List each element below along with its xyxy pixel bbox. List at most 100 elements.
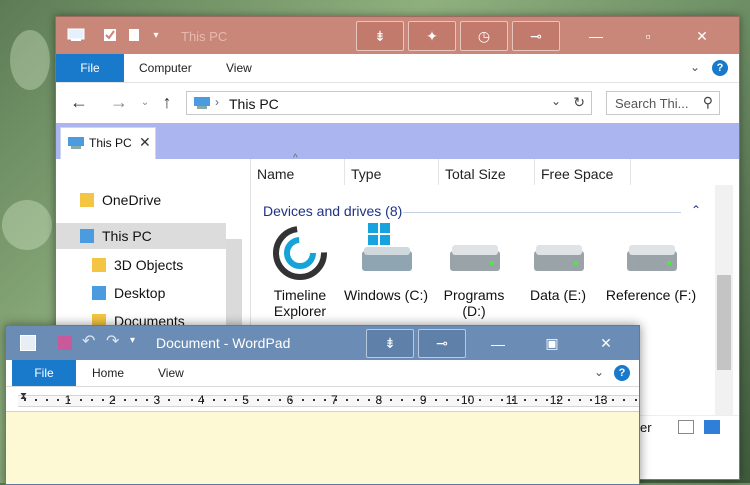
ruler-tick <box>246 399 248 401</box>
ruler-tick <box>135 399 137 401</box>
ruler-tick <box>623 399 626 401</box>
customize-toolbar-icon[interactable]: ▾ <box>130 335 135 346</box>
wordpad-title: Document - WordPad <box>156 335 291 351</box>
save-icon[interactable] <box>58 336 72 350</box>
folder-icon <box>92 258 106 272</box>
ruler-tick <box>368 399 371 401</box>
refresh-icon[interactable]: ↻ <box>573 94 585 111</box>
large-icons-view-icon[interactable] <box>704 420 720 434</box>
scrollbar-thumb[interactable] <box>717 275 731 370</box>
sidebar-item-desktop[interactable]: Desktop <box>92 280 165 306</box>
tab-this-pc[interactable]: This PC ✕ <box>60 127 156 159</box>
wordpad-app-icon[interactable] <box>20 335 36 351</box>
sidebar-item-this-pc[interactable]: This PC <box>80 223 152 249</box>
tile-timeline-explorer[interactable]: Timeline Explorer <box>255 221 345 319</box>
ruler-tick <box>423 399 426 401</box>
ruler-tick <box>334 399 337 401</box>
minimize-button[interactable]: — <box>472 329 524 358</box>
ruler-tick <box>590 399 593 401</box>
ruler-tick <box>301 399 304 401</box>
address-dropdown-icon[interactable]: ⌄ <box>551 94 561 108</box>
new-folder-icon[interactable] <box>124 25 144 45</box>
tab-close-icon[interactable]: ✕ <box>139 134 151 151</box>
column-total-size[interactable]: Total Size <box>439 159 535 185</box>
status-text: er <box>640 420 652 435</box>
collapse-group-icon[interactable]: ⌃ <box>691 203 701 217</box>
document-area[interactable] <box>6 412 639 484</box>
tile-windows-c[interactable]: Windows (C:) <box>341 221 431 303</box>
this-pc-icon <box>194 97 210 109</box>
view-tab[interactable]: View <box>226 54 252 82</box>
tile-label: Windows (C:) <box>343 287 428 303</box>
ruler-tick <box>57 399 60 401</box>
maximize-button[interactable]: ▣ <box>526 329 578 358</box>
up-arrow-icon[interactable]: ↑ <box>156 91 178 113</box>
sidebar-item-label: This PC <box>102 228 152 244</box>
this-pc-icon <box>80 229 94 243</box>
back-arrow-icon[interactable]: ← <box>68 91 90 113</box>
ruler-tick <box>579 399 581 401</box>
content-scrollbar[interactable]: ⌄ <box>715 185 733 425</box>
tile-programs-d[interactable]: Programs (D:) <box>429 221 519 319</box>
explorer-ribbon: File Computer View ⌄ ? <box>56 54 739 83</box>
desktop-wallpaper-detail <box>2 200 52 250</box>
tile-reference-f[interactable]: Reference (F:) <box>601 221 701 303</box>
redo-icon[interactable]: ↷ <box>106 331 119 351</box>
help-icon[interactable]: ? <box>712 60 728 76</box>
expand-ribbon-icon[interactable]: ⌄ <box>690 60 700 74</box>
this-pc-icon[interactable] <box>66 25 86 45</box>
schedule-icon[interactable]: ◷ <box>460 21 508 51</box>
sidebar-item-3d-objects[interactable]: 3D Objects <box>92 252 183 278</box>
column-type[interactable]: Type <box>345 159 439 185</box>
column-name[interactable]: Name <box>251 159 345 185</box>
ruler[interactable]: ⧗ 12345678910111213 <box>6 387 639 412</box>
search-placeholder: Search Thi... <box>615 96 689 111</box>
pin-icon[interactable]: ✦ <box>408 21 456 51</box>
drive-icon <box>526 221 590 285</box>
ruler-tick <box>279 399 282 401</box>
plug-icon[interactable]: ⊸ <box>418 329 466 358</box>
close-button[interactable]: ✕ <box>580 329 632 358</box>
ruler-tick <box>290 399 293 401</box>
ruler-tick <box>545 399 548 401</box>
ruler-tick <box>345 399 348 401</box>
recent-locations-icon[interactable]: ⌄ <box>134 91 156 113</box>
view-tab[interactable]: View <box>158 360 184 386</box>
search-icon[interactable]: ⚲ <box>703 94 713 111</box>
properties-icon[interactable] <box>100 25 120 45</box>
tab-label: This PC <box>89 136 132 150</box>
home-tab[interactable]: Home <box>92 360 124 386</box>
ruler-tick <box>68 399 71 401</box>
ruler-tick <box>168 399 171 401</box>
undo-icon[interactable]: ↶ <box>82 331 95 351</box>
ruler-tick <box>456 399 459 401</box>
customize-toolbar-icon[interactable]: ▾ <box>146 25 166 45</box>
column-free-space[interactable]: Free Space <box>535 159 631 185</box>
expand-ribbon-icon[interactable]: ⌄ <box>594 365 604 379</box>
details-view-icon[interactable] <box>678 420 694 434</box>
close-button[interactable]: ✕ <box>676 21 728 51</box>
tile-data-e[interactable]: Data (E:) <box>513 221 603 303</box>
ruler-tick <box>234 399 237 401</box>
plug-icon[interactable]: ⊸ <box>512 21 560 51</box>
ruler-tick <box>412 399 415 401</box>
ruler-tick <box>190 399 193 401</box>
explorer-titlebar: ▾ This PC ⇟ ✦ ◷ ⊸ — ▫ ✕ <box>56 17 739 54</box>
address-field[interactable]: › This PC ⌄ ↻ <box>186 91 592 115</box>
search-field[interactable]: Search Thi... ⚲ <box>606 91 720 115</box>
ruler-tick <box>112 399 115 401</box>
ruler-tick <box>501 399 504 401</box>
group-header[interactable]: Devices and drives (8) <box>263 203 402 219</box>
windows-drive-icon <box>354 221 418 285</box>
computer-tab[interactable]: Computer <box>139 54 192 82</box>
collapse-icon[interactable]: ⇟ <box>366 329 414 358</box>
file-tab[interactable]: File <box>12 360 76 386</box>
desktop-folder-icon <box>92 286 106 300</box>
sidebar-item-onedrive[interactable]: OneDrive <box>80 187 161 213</box>
collapse-icon[interactable]: ⇟ <box>356 21 404 51</box>
maximize-button[interactable]: ▫ <box>622 21 674 51</box>
minimize-button[interactable]: — <box>570 21 622 51</box>
help-icon[interactable]: ? <box>614 365 630 381</box>
forward-arrow-icon[interactable]: → <box>108 91 130 113</box>
file-tab[interactable]: File <box>56 54 124 82</box>
